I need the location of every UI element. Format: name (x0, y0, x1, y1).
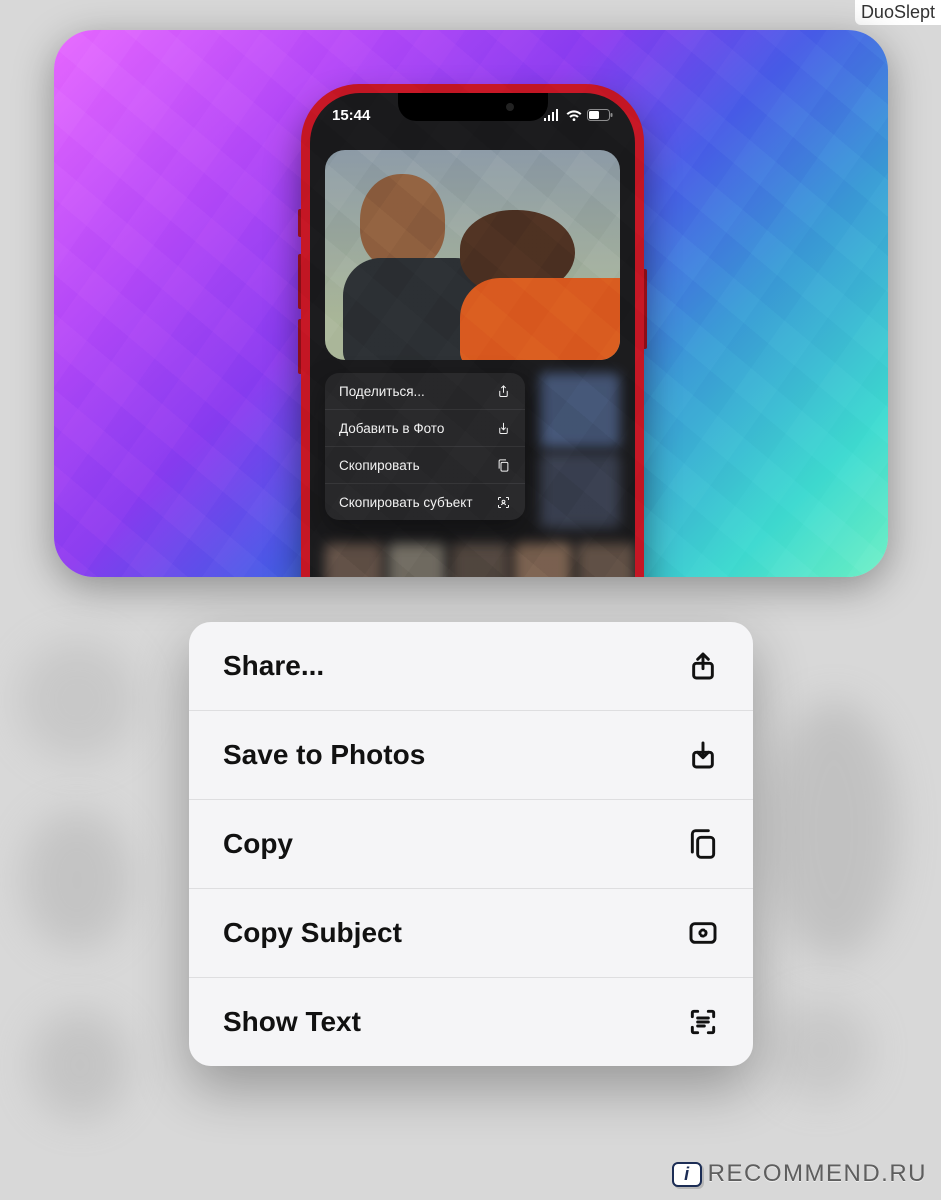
menu-item-label: Show Text (223, 1006, 361, 1038)
wifi-icon (566, 109, 582, 121)
watermark-badge: i (672, 1162, 702, 1187)
phone-mockup: 15:44 Поделиться.. (301, 84, 644, 577)
download-icon (687, 739, 719, 771)
selected-photo[interactable] (325, 150, 620, 360)
battery-icon (587, 109, 613, 121)
share-icon (496, 384, 511, 399)
download-icon (496, 421, 511, 436)
menu-item-label: Copy (223, 828, 293, 860)
menu-item-label: Добавить в Фото (339, 421, 444, 436)
phone-menu-item-copy[interactable]: Скопировать (325, 447, 525, 484)
menu-item-copy[interactable]: Copy (189, 800, 753, 889)
user-tag: DuoSlept (855, 0, 941, 25)
menu-item-copy-subject[interactable]: Copy Subject (189, 889, 753, 978)
watermark: i RECOMMEND.RU (672, 1160, 927, 1188)
menu-item-save-to-photos[interactable]: Save to Photos (189, 711, 753, 800)
copy-docs-icon (496, 458, 511, 473)
menu-item-label: Save to Photos (223, 739, 425, 771)
menu-item-share[interactable]: Share... (189, 622, 753, 711)
phone-notch (398, 93, 548, 121)
menu-item-label: Поделиться... (339, 384, 425, 399)
share-icon (687, 650, 719, 682)
phone-context-menu: Поделиться... Добавить в Фото Скопироват… (325, 373, 525, 520)
screenshot-card: 15:44 Поделиться.. (54, 30, 888, 577)
context-menu: Share... Save to Photos Copy Copy Subjec… (189, 622, 753, 1066)
status-bar-time: 15:44 (332, 107, 370, 124)
menu-item-label: Скопировать (339, 458, 420, 473)
subject-icon (687, 917, 719, 949)
phone-menu-item-share[interactable]: Поделиться... (325, 373, 525, 410)
text-scan-icon (687, 1006, 719, 1038)
menu-item-show-text[interactable]: Show Text (189, 978, 753, 1066)
menu-item-label: Скопировать субъект (339, 495, 473, 510)
menu-item-label: Copy Subject (223, 917, 402, 949)
phone-menu-item-add-to-photos[interactable]: Добавить в Фото (325, 410, 525, 447)
menu-item-label: Share... (223, 650, 324, 682)
watermark-text: RECOMMEND.RU (708, 1160, 927, 1188)
subject-icon (496, 495, 511, 510)
phone-menu-item-copy-subject[interactable]: Скопировать субъект (325, 484, 525, 520)
copy-docs-icon (687, 828, 719, 860)
phone-screen: 15:44 Поделиться.. (310, 93, 635, 577)
